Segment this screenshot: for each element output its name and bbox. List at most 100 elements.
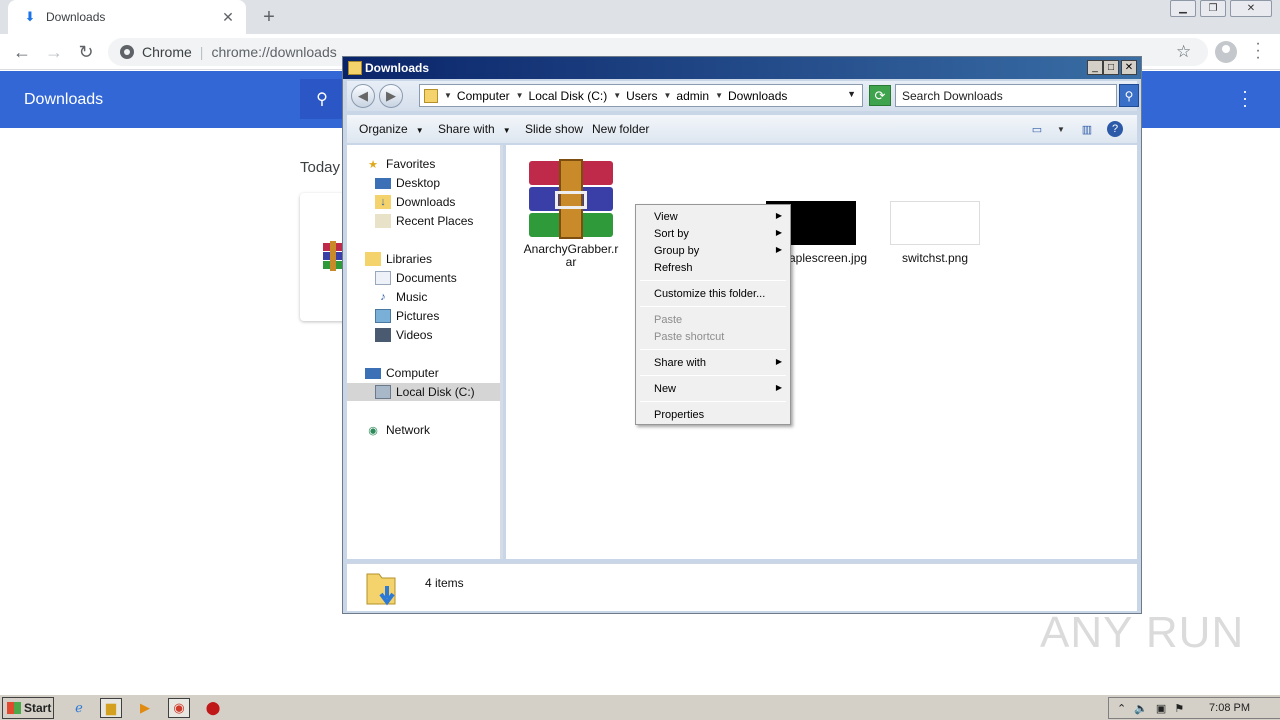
profile-avatar[interactable]: [1215, 41, 1237, 63]
menu-item-customize[interactable]: Customize this folder...: [638, 285, 788, 302]
chevron-down-icon[interactable]: ▼: [613, 91, 621, 100]
menu-item-new[interactable]: New ▶: [638, 380, 788, 397]
explorer-titlebar[interactable]: [343, 57, 1141, 79]
clock[interactable]: 7:08 PM: [1209, 702, 1250, 714]
breadcrumb-users[interactable]: Users: [626, 89, 657, 103]
slide-show-button[interactable]: Slide show: [525, 122, 583, 136]
help-icon[interactable]: ?: [1107, 121, 1123, 137]
minimize-button[interactable]: _: [1087, 60, 1103, 75]
breadcrumb-admin[interactable]: admin: [676, 89, 709, 103]
show-hidden-icons-icon[interactable]: ⌃: [1117, 702, 1126, 715]
close-window-button[interactable]: ✕: [1230, 0, 1272, 17]
nav-label: Documents: [396, 271, 457, 285]
file-name: switchst.png: [901, 251, 969, 265]
preview-pane-icon[interactable]: ▥: [1079, 121, 1095, 137]
chevron-down-icon[interactable]: ▼: [516, 91, 524, 100]
winrar-icon: [323, 241, 343, 271]
folder-icon: [424, 88, 438, 103]
address-bar[interactable]: ▼ Computer ▼ Local Disk (C:) ▼ Users ▼ a…: [419, 84, 863, 107]
new-tab-button[interactable]: +: [256, 5, 282, 29]
maximize-button[interactable]: □: [1103, 60, 1119, 75]
network-tray-icon[interactable]: ▣: [1156, 702, 1166, 715]
chevron-down-icon[interactable]: ▼: [1053, 121, 1069, 137]
forward-button[interactable]: →: [42, 40, 66, 64]
libraries-icon: [365, 252, 381, 266]
menu-item-share-with[interactable]: Share with ▶: [638, 354, 788, 371]
nav-item-desktop[interactable]: Desktop: [375, 174, 440, 192]
close-icon[interactable]: ✕: [220, 9, 236, 25]
nav-item-computer[interactable]: Computer: [365, 364, 439, 382]
videos-icon: [375, 328, 391, 342]
breadcrumb-downloads[interactable]: Downloads: [728, 89, 787, 103]
media-player-icon[interactable]: ▶: [134, 698, 156, 718]
nav-item-pictures[interactable]: Pictures: [375, 307, 439, 325]
downloads-folder-icon: ↓: [375, 195, 391, 209]
restore-button[interactable]: ❐: [1200, 0, 1226, 17]
back-button[interactable]: ◀: [351, 84, 375, 108]
internet-explorer-icon[interactable]: ℯ: [68, 698, 90, 718]
menu-separator: [640, 306, 786, 307]
chrome-taskbar-icon[interactable]: ◉: [168, 698, 190, 718]
forward-button[interactable]: ▶: [379, 84, 403, 108]
close-window-button[interactable]: ✕: [1121, 60, 1137, 75]
search-input[interactable]: Search Downloads: [895, 84, 1117, 107]
nav-item-downloads[interactable]: ↓ Downloads: [375, 193, 455, 211]
nav-item-music[interactable]: ♪ Music: [375, 288, 427, 306]
start-button[interactable]: Start: [2, 697, 54, 719]
file-item[interactable]: switchst.png: [889, 201, 981, 265]
search-icon[interactable]: ⚲: [300, 79, 344, 119]
navigation-pane: ★ Favorites Desktop ↓ Downloads Recent P…: [347, 145, 503, 559]
menu-item-paste: Paste: [654, 313, 683, 326]
menu-item-properties[interactable]: Properties: [638, 406, 788, 423]
reload-button[interactable]: ↻: [74, 40, 98, 64]
nav-item-documents[interactable]: Documents: [375, 269, 457, 287]
file-explorer-icon[interactable]: ▆: [100, 698, 122, 718]
page-title: Downloads: [24, 91, 104, 108]
chevron-down-icon[interactable]: ▼: [663, 91, 671, 100]
new-folder-button[interactable]: New folder: [592, 122, 649, 136]
nav-item-libraries[interactable]: Libraries: [365, 250, 432, 268]
share-with-button[interactable]: Share with ▼: [438, 122, 511, 136]
menu-separator: [640, 401, 786, 402]
tab-downloads[interactable]: ⬇ Downloads ✕: [8, 0, 246, 34]
minimize-button[interactable]: ▁: [1170, 0, 1196, 17]
bookmark-star-icon[interactable]: ☆: [1176, 42, 1191, 62]
search-icon[interactable]: ⚲: [1119, 84, 1139, 107]
action-center-flag-icon[interactable]: ⚑: [1174, 702, 1184, 715]
menu-item-view[interactable]: View ▶: [638, 208, 788, 225]
nav-item-recent-places[interactable]: Recent Places: [375, 212, 473, 230]
desktop-icon: [375, 177, 391, 189]
nav-label: Videos: [396, 328, 433, 342]
nav-item-videos[interactable]: Videos: [375, 326, 432, 344]
chrome-menu-icon[interactable]: · · ·: [1252, 36, 1264, 66]
chrome-icon: [120, 45, 134, 59]
refresh-icon[interactable]: ⟳: [869, 85, 891, 106]
nav-item-local-disk[interactable]: Local Disk (C:): [347, 383, 500, 401]
address-dropdown-icon[interactable]: ▼: [847, 89, 856, 99]
nav-item-network[interactable]: ◉ Network: [365, 421, 430, 439]
organize-button[interactable]: Organize ▼: [359, 122, 424, 136]
chrome-tabstrip: ⬇ Downloads ✕ + ▁ ❐ ✕: [0, 0, 1280, 34]
file-list[interactable]: AnarchyGrabber.rar aplescreen.jpg switch…: [506, 145, 1137, 559]
today-label: Today: [300, 159, 341, 176]
nav-label: Network: [386, 423, 431, 437]
antivirus-icon[interactable]: ⬤: [202, 698, 224, 718]
breadcrumb-computer[interactable]: Computer: [457, 89, 510, 103]
view-options-icon[interactable]: ▭: [1029, 121, 1045, 137]
menu-item-refresh[interactable]: Refresh: [638, 259, 788, 276]
nav-label: Music: [396, 290, 428, 304]
nav-item-favorites[interactable]: ★ Favorites: [365, 155, 435, 173]
menu-item-group-by[interactable]: Group by ▶: [638, 242, 788, 259]
breadcrumb-local-disk[interactable]: Local Disk (C:): [529, 89, 608, 103]
chevron-down-icon[interactable]: ▼: [715, 91, 723, 100]
back-button[interactable]: ←: [10, 40, 34, 64]
chevron-down-icon[interactable]: ▼: [444, 91, 452, 100]
more-actions-icon[interactable]: · · ·: [1238, 82, 1252, 114]
nav-label: Libraries: [386, 252, 433, 266]
music-icon: ♪: [380, 291, 386, 303]
context-menu: View ▶ Sort by ▶ Group by ▶ Refresh Customi…: [635, 204, 791, 425]
volume-icon[interactable]: 🔈: [1134, 702, 1148, 715]
file-item[interactable]: AnarchyGrabber.rar: [521, 159, 621, 269]
details-pane: 4 items: [347, 563, 1137, 611]
menu-item-sort-by[interactable]: Sort by ▶: [638, 225, 788, 242]
